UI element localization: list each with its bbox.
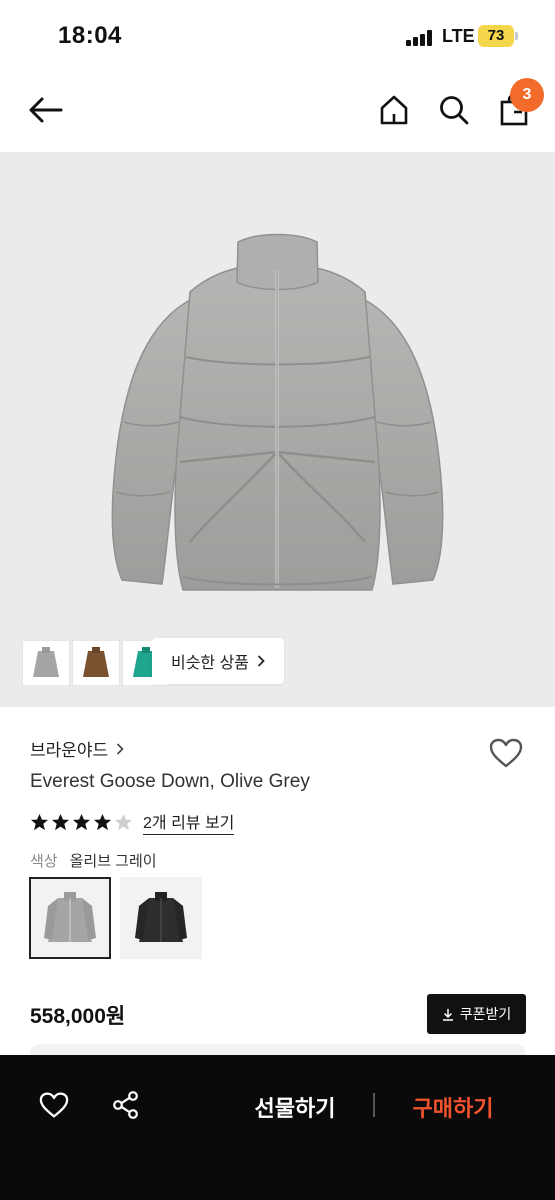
coupon-label: 쿠폰받기 (459, 1006, 512, 1022)
chevron-right-icon (117, 742, 124, 755)
brown-jacket-thumbnail (83, 647, 109, 677)
share-button[interactable] (106, 1085, 146, 1125)
brand-name: 브라운야드 (30, 741, 109, 760)
gallery-thumbnail-1[interactable] (22, 640, 70, 686)
chevron-right-icon (257, 655, 265, 667)
wishlist-button[interactable] (486, 734, 526, 772)
bottom-wishlist-button[interactable] (34, 1085, 74, 1125)
search-icon (440, 96, 469, 125)
share-icon (113, 1091, 138, 1119)
star-icon (72, 813, 91, 830)
color-swatch-olive-grey[interactable] (29, 877, 111, 959)
color-label: 색상 (30, 853, 58, 870)
arrow-left-icon (29, 97, 63, 123)
similar-products-button[interactable]: 비슷한 상품 (152, 638, 284, 684)
grey-jacket-swatch (44, 892, 96, 942)
home-icon (380, 95, 408, 125)
star-icon (51, 813, 70, 830)
battery-level: 73 (487, 27, 505, 44)
product-name: Everest Goose Down, Olive Grey (30, 771, 310, 792)
gallery-thumbnail-2[interactable] (72, 640, 120, 686)
bottom-action-bar: 선물하기 구매하기 (0, 1055, 555, 1200)
rating-row: 2개 리뷰 보기 (30, 809, 235, 835)
star-icon (93, 813, 112, 830)
star-icon (30, 813, 49, 830)
similar-products-label: 비슷한 상품 (170, 655, 250, 672)
product-image[interactable] (0, 152, 555, 707)
button-divider (373, 1093, 375, 1117)
battery-icon: 73 (478, 25, 514, 47)
download-icon (442, 1008, 453, 1021)
battery-tip (515, 32, 518, 40)
buy-button[interactable]: 구매하기 (396, 1087, 510, 1127)
cart-count-badge: 3 (510, 78, 544, 112)
network-label: LTE (442, 26, 475, 46)
color-value: 올리브 그레이 (69, 853, 157, 870)
brand-link[interactable]: 브라운야드 (30, 736, 124, 761)
status-bar: 18:04 LTE 73 (0, 0, 555, 70)
back-button[interactable] (22, 90, 68, 130)
star-empty-icon (114, 813, 133, 830)
get-coupon-button[interactable]: 쿠폰받기 (427, 994, 526, 1034)
product-price: 558,000원 (30, 1005, 126, 1028)
reviews-link[interactable]: 2개 리뷰 보기 (143, 809, 235, 835)
home-button[interactable] (372, 88, 416, 132)
heart-icon (39, 1092, 69, 1118)
color-swatch-black[interactable] (120, 877, 202, 959)
black-jacket-swatch (135, 892, 187, 942)
signal-icon (406, 30, 436, 46)
grey-jacket-thumbnail (33, 647, 59, 677)
color-row: 색상 올리브 그레이 (30, 850, 157, 871)
puffer-jacket-image (111, 233, 444, 591)
search-button[interactable] (432, 88, 476, 132)
top-nav (0, 70, 555, 152)
heart-icon (489, 738, 523, 768)
status-time: 18:04 (58, 22, 122, 49)
gift-button[interactable]: 선물하기 (238, 1087, 352, 1127)
